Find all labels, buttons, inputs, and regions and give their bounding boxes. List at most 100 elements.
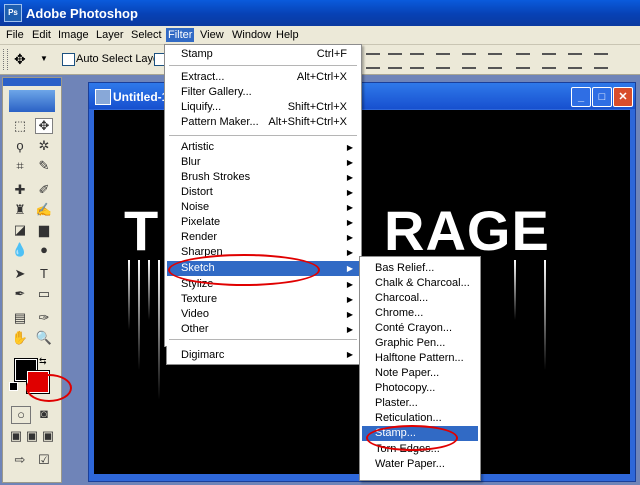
history-brush-tool-icon[interactable]: ✍ xyxy=(35,202,53,218)
sketch-item[interactable]: Charcoal... xyxy=(362,291,478,306)
distribute-top-icon[interactable] xyxy=(436,53,450,69)
filter-submenu-video[interactable]: Video ▶ xyxy=(167,307,359,322)
sketch-item[interactable]: Chrome... xyxy=(362,306,478,321)
pen-tool-icon[interactable]: ✒ xyxy=(11,286,29,302)
imageready-icon[interactable]: ☑ xyxy=(35,452,53,468)
type-tool-icon[interactable]: T xyxy=(35,266,53,282)
standard-mode-icon[interactable]: ○ xyxy=(11,406,31,424)
filter-submenu-artistic[interactable]: Artistic ▶ xyxy=(167,140,359,155)
filter-submenu-other[interactable]: Other ▶ xyxy=(167,322,359,337)
distribute-right-icon[interactable] xyxy=(568,53,582,69)
submenu-arrow-icon: ▶ xyxy=(346,280,353,289)
healing-brush-tool-icon[interactable]: ✚ xyxy=(11,182,29,198)
lasso-tool-icon[interactable]: ϙ xyxy=(11,138,29,154)
quick-mask-mode-icon[interactable]: ◙ xyxy=(35,406,53,422)
notes-tool-icon[interactable]: ▤ xyxy=(11,310,29,326)
menu-filter[interactable]: Filter xyxy=(166,28,195,42)
annotation-circle-bg-color xyxy=(26,374,72,402)
screen-mode-full-icon[interactable]: ▣ xyxy=(41,428,55,444)
filter-submenu-noise[interactable]: Noise ▶ xyxy=(167,200,359,215)
sketch-item[interactable]: Photocopy... xyxy=(362,381,478,396)
sketch-item[interactable]: Water Paper... xyxy=(362,457,478,472)
menu-layer[interactable]: Layer xyxy=(94,28,126,42)
screen-mode-standard-icon[interactable]: ▣ xyxy=(9,428,23,444)
default-colors-icon[interactable] xyxy=(9,382,18,391)
menu-select[interactable]: Select xyxy=(129,28,164,42)
screen-mode-full-menu-icon[interactable]: ▣ xyxy=(25,428,39,444)
filter-menu-item[interactable]: Stamp Ctrl+F xyxy=(167,47,359,62)
rectangle-tool-icon[interactable]: ▭ xyxy=(35,286,53,302)
maximize-button[interactable]: □ xyxy=(592,87,612,107)
menu-view[interactable]: View xyxy=(198,28,226,42)
eraser-tool-icon[interactable]: ◪ xyxy=(11,222,29,238)
move-tool-icon[interactable]: ✥ xyxy=(35,118,53,134)
sketch-item[interactable]: Plaster... xyxy=(362,396,478,411)
distribute-bottom-icon[interactable] xyxy=(488,53,502,69)
marquee-tool-icon[interactable]: ⬚ xyxy=(11,118,29,134)
sketch-item[interactable]: Graphic Pen... xyxy=(362,336,478,351)
sketch-item[interactable]: Bas Relief... xyxy=(362,261,478,276)
crop-tool-icon[interactable]: ⌗ xyxy=(11,158,29,174)
filter-submenu-distort[interactable]: Distort ▶ xyxy=(167,185,359,200)
filter-submenu-texture[interactable]: Texture ▶ xyxy=(167,292,359,307)
dodge-tool-icon[interactable]: ● xyxy=(35,242,53,258)
zoom-tool-icon[interactable]: 🔍 xyxy=(35,330,53,346)
menu-help[interactable]: Help xyxy=(274,28,301,42)
photoshop-logo-icon: Ps xyxy=(4,4,22,22)
options-grip[interactable] xyxy=(3,49,8,70)
magic-wand-tool-icon[interactable]: ✲ xyxy=(35,138,53,154)
submenu-arrow-icon: ▶ xyxy=(346,203,353,212)
brush-tool-icon[interactable]: ✐ xyxy=(35,182,53,198)
filter-submenu-blur[interactable]: Blur ▶ xyxy=(167,155,359,170)
distribute-left-icon[interactable] xyxy=(516,53,530,69)
auto-select-checkbox[interactable] xyxy=(62,53,75,66)
menu-bar: File Edit Image Layer Select Filter View… xyxy=(0,26,640,45)
gradient-tool-icon[interactable]: ▆ xyxy=(35,222,53,238)
toolbox-header[interactable] xyxy=(3,78,61,86)
filter-menu-item[interactable]: Extract... Alt+Ctrl+X xyxy=(167,70,359,85)
filter-submenu-brush-strokes[interactable]: Brush Strokes ▶ xyxy=(167,170,359,185)
filter-menu-item[interactable]: Filter Gallery... xyxy=(167,85,359,100)
feather-logo-icon[interactable] xyxy=(9,90,55,112)
canvas-drip xyxy=(544,260,546,370)
path-selection-tool-icon[interactable]: ➤ xyxy=(11,266,29,282)
align-vcenter-icon[interactable] xyxy=(388,53,402,69)
sketch-item[interactable]: Reticulation... xyxy=(362,411,478,426)
auto-select-label: Auto Select Layer xyxy=(76,53,163,65)
align-bottom-icon[interactable] xyxy=(410,53,424,69)
filter-menu-item[interactable]: Liquify... Shift+Ctrl+X xyxy=(167,100,359,115)
distribute-vcenter-icon[interactable] xyxy=(462,53,476,69)
sketch-item[interactable]: Halftone Pattern... xyxy=(362,351,478,366)
slice-tool-icon[interactable]: ✎ xyxy=(35,158,53,174)
filter-submenu-render[interactable]: Render ▶ xyxy=(167,230,359,245)
distribute-hcenter-icon[interactable] xyxy=(542,53,556,69)
sketch-item[interactable]: Note Paper... xyxy=(362,366,478,381)
chevron-down-icon[interactable]: ▼ xyxy=(40,54,48,63)
toolbox: ⬚ ✥ ϙ ✲ ⌗ ✎ ✚ ✐ ♜ ✍ ◪ ▆ 💧 ● ➤ T ✒ ▭ ▤ ✑ … xyxy=(2,77,62,483)
submenu-arrow-icon: ▶ xyxy=(346,143,353,152)
filter-submenu-digimarc[interactable]: Digimarc ▶ xyxy=(166,346,360,365)
swap-colors-icon[interactable]: ⇆ xyxy=(39,356,47,367)
eyedropper-tool-icon[interactable]: ✑ xyxy=(35,310,53,326)
app-title-bar: Ps Adobe Photoshop xyxy=(0,0,640,26)
jump-to-imageready-icon[interactable]: ⇨ xyxy=(11,452,29,468)
clone-stamp-tool-icon[interactable]: ♜ xyxy=(11,202,29,218)
menu-image[interactable]: Image xyxy=(56,28,91,42)
sketch-item[interactable]: Conté Crayon... xyxy=(362,321,478,336)
move-tool-icon[interactable]: ✥ xyxy=(14,51,26,68)
align-top-icon[interactable] xyxy=(366,53,380,69)
document-icon[interactable] xyxy=(95,89,111,105)
annotation-circle-sketch xyxy=(168,254,320,286)
submenu-arrow-icon: ▶ xyxy=(346,158,353,167)
menu-edit[interactable]: Edit xyxy=(30,28,53,42)
filter-submenu-pixelate[interactable]: Pixelate ▶ xyxy=(167,215,359,230)
minimize-button[interactable]: _ xyxy=(571,87,591,107)
menu-window[interactable]: Window xyxy=(230,28,273,42)
close-button[interactable]: ✕ xyxy=(613,87,633,107)
hand-tool-icon[interactable]: ✋ xyxy=(11,330,29,346)
menu-file[interactable]: File xyxy=(4,28,26,42)
distribute-width-icon[interactable] xyxy=(594,53,608,69)
filter-menu-item[interactable]: Pattern Maker... Alt+Shift+Ctrl+X xyxy=(167,115,359,130)
sketch-item[interactable]: Chalk & Charcoal... xyxy=(362,276,478,291)
blur-tool-icon[interactable]: 💧 xyxy=(11,242,29,258)
